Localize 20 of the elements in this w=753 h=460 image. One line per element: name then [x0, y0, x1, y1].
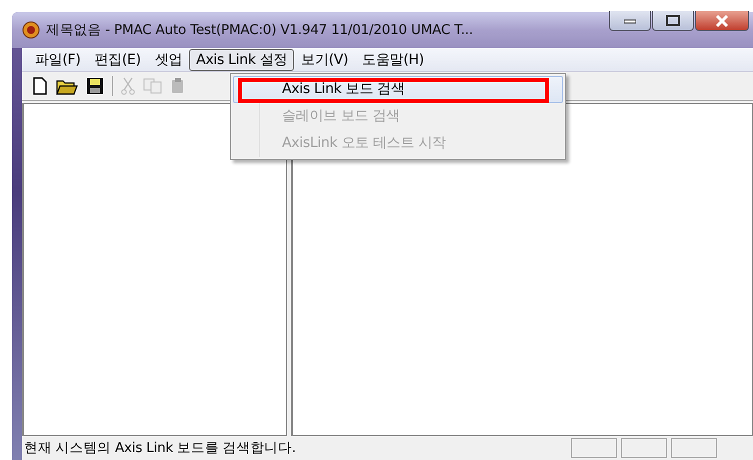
status-panel [621, 438, 667, 458]
close-icon [715, 14, 729, 26]
menu-item[interactable]: 보기(V) [294, 48, 356, 70]
status-panel [671, 438, 717, 458]
menu-item[interactable]: 파일(F) [28, 48, 88, 70]
maximize-icon [666, 15, 680, 26]
status-panel [571, 438, 617, 458]
menu-item[interactable]: 편집(E) [87, 48, 148, 70]
dropdown-item[interactable]: Axis Link 보드 검색 [233, 76, 563, 103]
minimize-icon [624, 18, 636, 24]
menu-item[interactable]: 도움말(H) [355, 48, 431, 70]
maximize-button[interactable] [652, 11, 694, 31]
menu-item[interactable]: Axis Link 설정 [189, 48, 294, 70]
app-icon [22, 21, 40, 39]
status-text: 현재 시스템의 Axis Link 보드를 검색합니다. [24, 439, 296, 457]
minimize-button[interactable] [609, 11, 651, 31]
menu-item[interactable]: 셋업 [148, 48, 190, 70]
window-title: 제목없음 - PMAC Auto Test(PMAC:0) V1.947 11/01/2010 UMAC T... [46, 21, 473, 39]
close-button[interactable] [695, 11, 749, 31]
new-document-icon[interactable] [32, 77, 48, 95]
